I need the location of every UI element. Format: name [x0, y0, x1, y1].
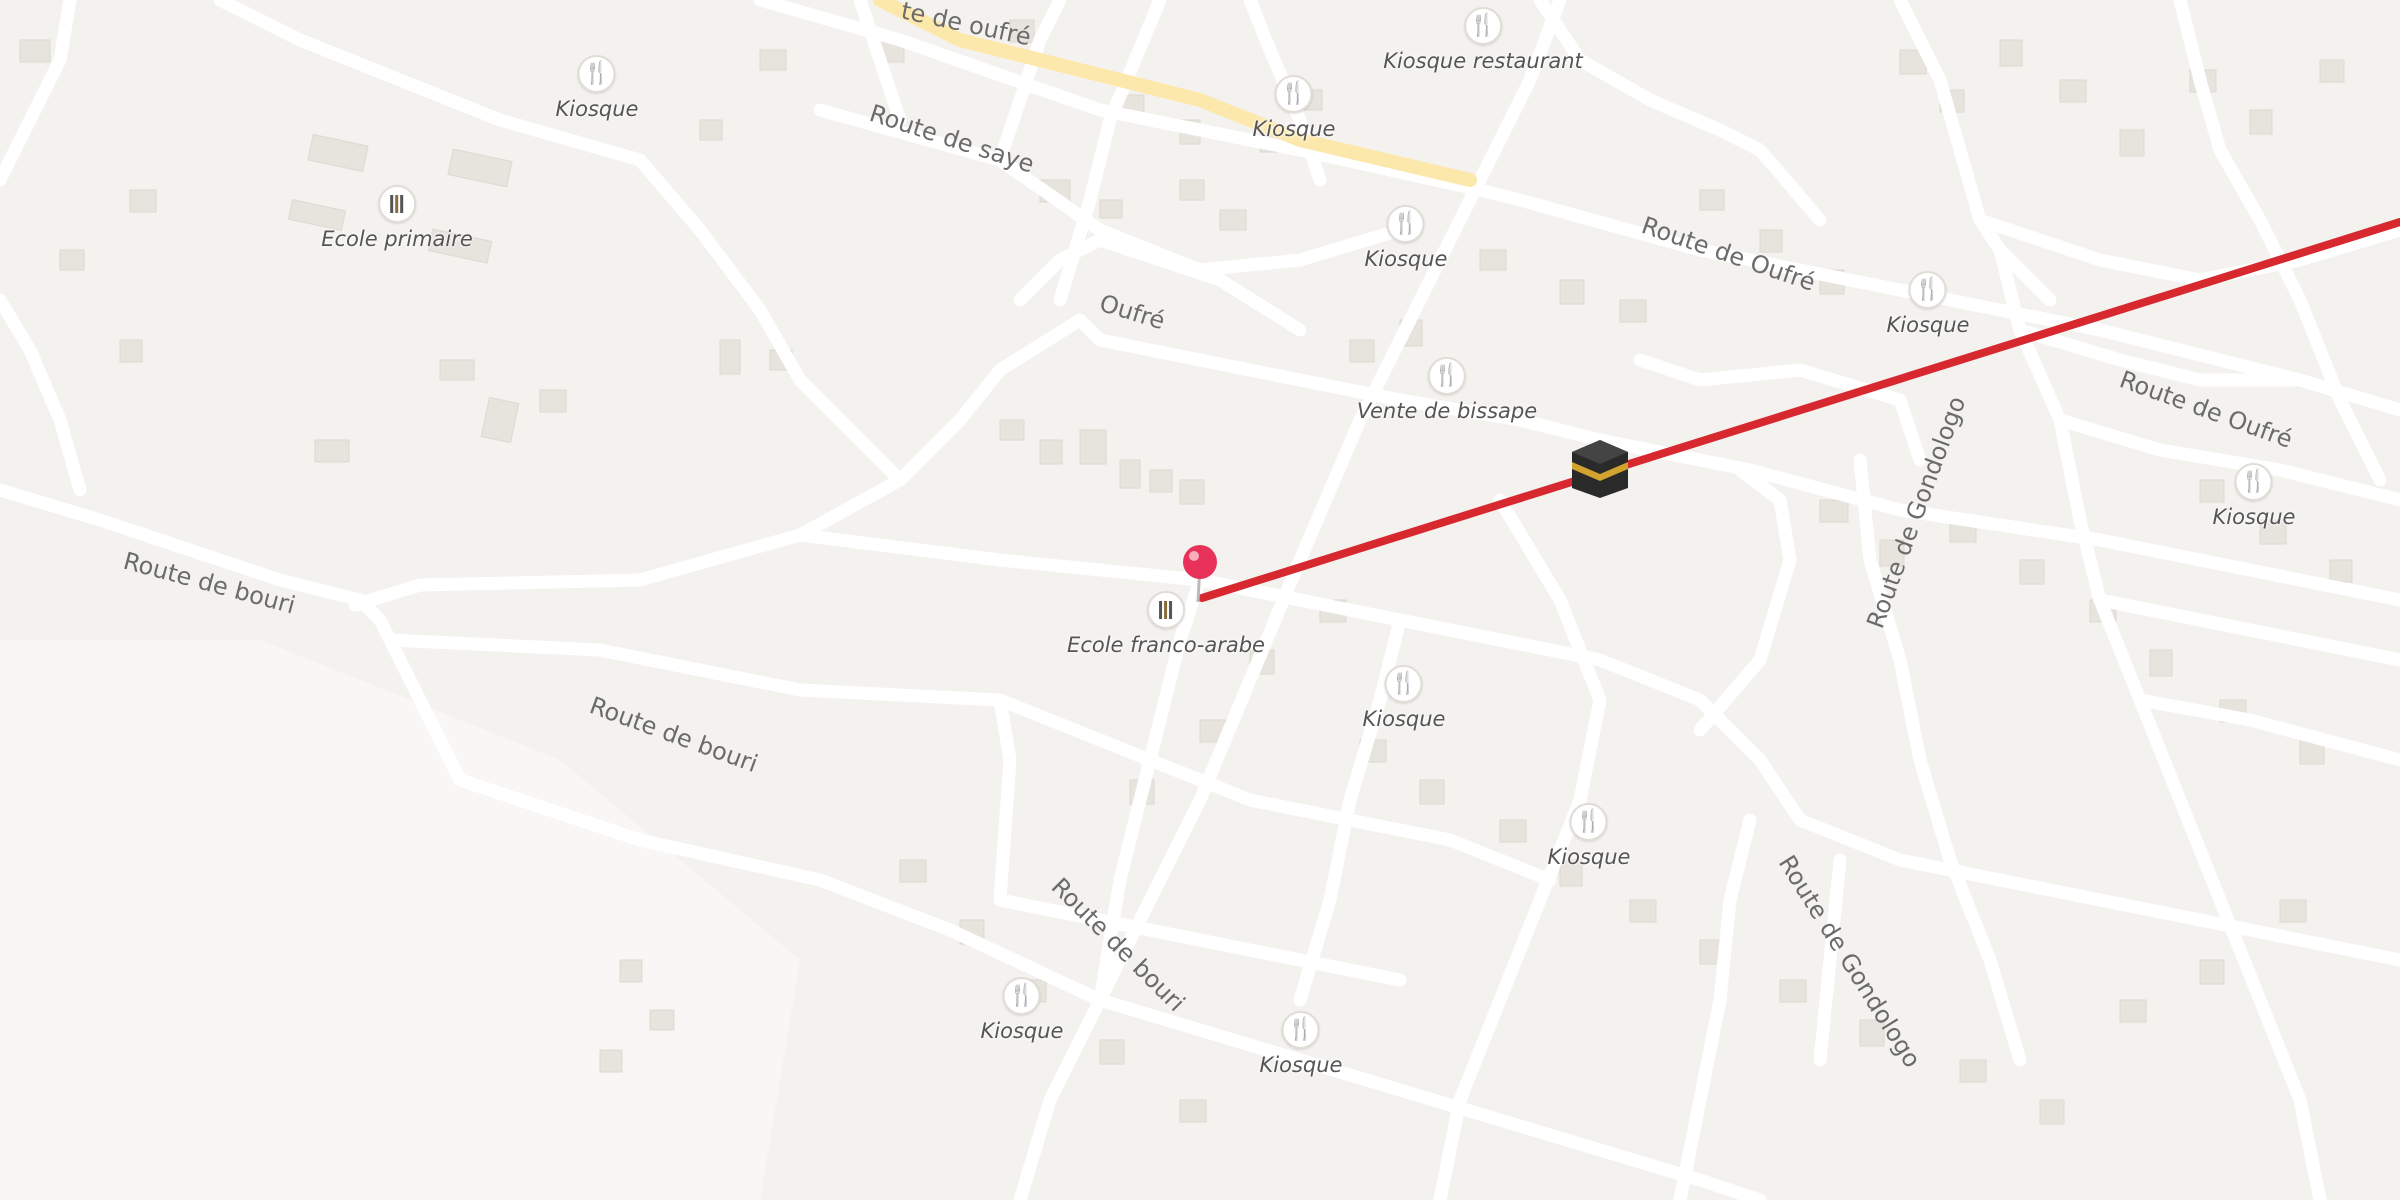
road-label-route-de-bouri-center: Route de bouri [586, 691, 762, 778]
fork-knife-icon: 🍴 [1275, 75, 1313, 113]
poi-kiosque[interactable]: 🍴 Kiosque [1253, 75, 1335, 141]
road-label-oufre: Oufré [1096, 289, 1168, 335]
poi-kiosque[interactable]: 🍴 Kiosque [1548, 803, 1630, 869]
poi-kiosque[interactable]: 🍴 Kiosque [1260, 1011, 1342, 1077]
fork-knife-icon: 🍴 [1427, 357, 1466, 395]
poi-kiosque[interactable]: 🍴 Kiosque [1363, 665, 1445, 731]
road-label-route-de-oufre: Route de Oufré [1638, 211, 1819, 297]
poi-kiosque[interactable]: 🍴 Kiosque [2213, 463, 2295, 529]
fork-knife-icon: 🍴 [1003, 977, 1041, 1015]
fork-knife-icon: 🍴 [1909, 271, 1947, 309]
poi-ecole-primaire[interactable]: Ecole primaire [321, 185, 473, 251]
fork-knife-icon: 🍴 [1464, 7, 1502, 45]
school-icon [377, 185, 416, 223]
poi-ecole-franco-arabe[interactable]: Ecole franco-arabe [1067, 591, 1265, 657]
road-label-route-de-gondologo-south: Route de Gondologo [1773, 850, 1926, 1072]
poi-kiosque[interactable]: 🍴 Kiosque [1365, 205, 1447, 271]
fork-knife-icon: 🍴 [578, 55, 616, 93]
poi-vente-de-bissape[interactable]: 🍴 Vente de bissape [1357, 357, 1537, 423]
school-icon [1146, 591, 1185, 629]
poi-kiosque[interactable]: 🍴 Kiosque [556, 55, 638, 121]
fork-knife-icon: 🍴 [1385, 665, 1423, 703]
poi-kiosque[interactable]: 🍴 Kiosque [1887, 271, 1969, 337]
poi-kiosque-restaurant[interactable]: 🍴 Kiosque restaurant [1383, 7, 1583, 73]
map-view[interactable]: te de oufré Route de saye Oufré Route de… [0, 0, 2400, 1200]
poi-kiosque[interactable]: 🍴 Kiosque [981, 977, 1063, 1043]
fork-knife-icon: 🍴 [1570, 803, 1608, 841]
fork-knife-icon: 🍴 [1282, 1011, 1320, 1049]
fork-knife-icon: 🍴 [2235, 463, 2273, 501]
fork-knife-icon: 🍴 [1387, 205, 1425, 243]
kaaba-icon[interactable] [1572, 440, 1628, 498]
